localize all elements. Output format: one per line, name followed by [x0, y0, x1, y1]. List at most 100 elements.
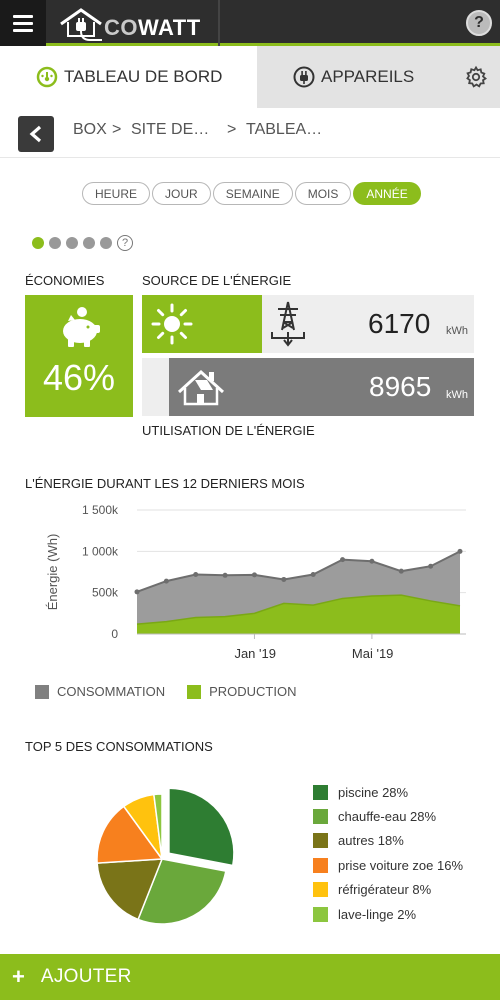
tab-devices[interactable]: APPAREILS [257, 46, 452, 108]
pie-legend-label: chauffe-eau 28% [338, 809, 437, 825]
breadcrumb: BOX > SITE DE… > TABLEA… [0, 108, 500, 158]
back-button[interactable] [18, 116, 54, 152]
legend-label-consumption[interactable]: CONSOMMATION [57, 684, 165, 699]
energy-chart: 0 500k 1 000k 1 500k Énergie (Wh) Jan '19 Mai … [0, 495, 500, 675]
consumption-point[interactable] [222, 572, 228, 578]
breadcrumb-separator: > [227, 121, 237, 138]
x-tick-label: Mai '19 [352, 646, 394, 661]
pie-slice[interactable] [168, 787, 235, 867]
consumption-point[interactable] [457, 548, 463, 554]
hamburger-icon-line [13, 28, 33, 32]
chart-title: L'ÉNERGIE DURANT LES 12 DERNIERS MOIS [25, 476, 305, 491]
consumption-point[interactable] [340, 557, 346, 563]
sun-icon [151, 303, 193, 345]
help-icon: ? [474, 14, 484, 31]
consumption-point[interactable] [281, 576, 287, 582]
legend-label-production[interactable]: PRODUCTION [209, 684, 296, 699]
consumption-point[interactable] [134, 589, 140, 595]
savings-value: 46% [42, 357, 116, 398]
production-row: 6170 kWh [262, 295, 474, 353]
add-label: AJOUTER [40, 966, 132, 987]
period-week[interactable]: SEMAINE [212, 182, 293, 205]
breadcrumb-dashboard: TABLEA… [246, 121, 323, 138]
consumption-point[interactable] [369, 558, 375, 564]
consumption-point[interactable] [251, 572, 257, 578]
y-tick-label: 0 [111, 627, 118, 641]
page-dot[interactable] [49, 237, 61, 249]
help-button[interactable]: ? [466, 10, 492, 36]
plus-icon: + [12, 964, 25, 989]
page-dot[interactable] [32, 237, 44, 249]
consumption-point[interactable] [428, 563, 434, 569]
pie-title: TOP 5 DES CONSOMMATIONS [25, 739, 213, 754]
tab-dashboard-label: TABLEAU DE BORD [64, 67, 223, 86]
pie-legend-label: réfrigérateur 8% [338, 882, 432, 898]
period-day[interactable]: JOUR [152, 182, 211, 205]
production-value: 6170 [368, 308, 431, 339]
pie-legend-swatch [313, 857, 328, 873]
solar-tile [142, 295, 262, 353]
pie-legend-item[interactable]: chauffe-eau 28% [313, 804, 463, 828]
gear-icon [466, 65, 487, 88]
pie-legend-swatch [313, 882, 328, 898]
app-logo: COWATT [58, 6, 201, 42]
house-icon [177, 369, 225, 406]
consumption-point[interactable] [310, 571, 316, 577]
page-indicator: ? [32, 235, 133, 251]
consumption-point[interactable] [398, 568, 404, 574]
period-hour[interactable]: HEURE [82, 182, 151, 205]
pie-legend-item[interactable]: réfrigérateur 8% [313, 878, 463, 902]
page-dot[interactable] [66, 237, 78, 249]
pie-legend-label: piscine 28% [338, 784, 409, 800]
logo-text: COWATT [104, 15, 201, 40]
chevron-left-icon [29, 125, 42, 143]
page-dot[interactable] [83, 237, 95, 249]
period-selector: HEURE JOUR SEMAINE MOIS ANNÉE [82, 182, 421, 205]
y-tick-label: 500k [92, 586, 119, 600]
pie-legend-swatch [313, 809, 328, 825]
tab-dashboard[interactable]: TABLEAU DE BORD [0, 46, 257, 108]
pie-legend-label: autres 18% [338, 833, 404, 849]
consumption-point[interactable] [163, 578, 169, 584]
consumption-value: 8965 [369, 371, 432, 402]
period-month[interactable]: MOIS [294, 182, 352, 205]
tab-devices-label: APPAREILS [321, 67, 415, 86]
legend-swatch-production [187, 684, 202, 699]
pie-legend-item[interactable]: autres 18% [313, 829, 463, 853]
y-axis-label: Énergie (Wh) [45, 534, 60, 611]
consumption-point[interactable] [193, 571, 199, 577]
plug-icon [293, 66, 315, 88]
breadcrumb-separator: > [112, 121, 122, 138]
pie-legend-swatch [313, 784, 328, 800]
pie-legend-swatch [313, 833, 328, 849]
breadcrumb-site[interactable]: SITE DE… [131, 121, 209, 139]
house-plug-icon [60, 8, 102, 41]
legend-swatch-consumption [35, 684, 49, 699]
period-year[interactable]: ANNÉE [353, 182, 421, 205]
pie-legend-label: prise voiture zoe 16% [338, 857, 464, 873]
energy-usage-label: UTILISATION DE L'ÉNERGIE [142, 423, 315, 438]
energy-source-label: SOURCE DE L'ÉNERGIE [142, 273, 292, 288]
page-dot[interactable] [100, 237, 112, 249]
pie-legend-swatch [313, 906, 328, 922]
add-button[interactable]: + AJOUTER [0, 954, 500, 1000]
power-pylon-icon [271, 301, 305, 347]
savings-card: 46% [25, 295, 133, 417]
hamburger-icon-line [13, 14, 33, 18]
pager-help-icon[interactable]: ? [117, 235, 133, 251]
breadcrumb-box[interactable]: BOX [73, 121, 107, 139]
tab-settings[interactable] [452, 46, 500, 108]
savings-label: ÉCONOMIES [25, 273, 105, 288]
consumption-unit: kWh [446, 389, 468, 401]
topbar-divider [218, 0, 220, 46]
pie-legend-item[interactable]: piscine 28% [313, 780, 463, 804]
energy-area-chart: 0 500k 1 000k 1 500k Énergie (Wh) Jan '19 Mai … [45, 503, 466, 661]
pie-legend-label: lave-linge 2% [338, 906, 417, 922]
y-tick-label: 1 000k [82, 544, 119, 558]
pie-legend-item[interactable]: lave-linge 2% [313, 902, 463, 926]
top-bar: COWATT ? [0, 0, 500, 46]
y-tick-label: 1 500k [82, 503, 119, 517]
production-unit: kWh [446, 325, 468, 337]
pie-legend-item[interactable]: prise voiture zoe 16% [313, 853, 463, 877]
menu-button[interactable] [0, 0, 46, 46]
